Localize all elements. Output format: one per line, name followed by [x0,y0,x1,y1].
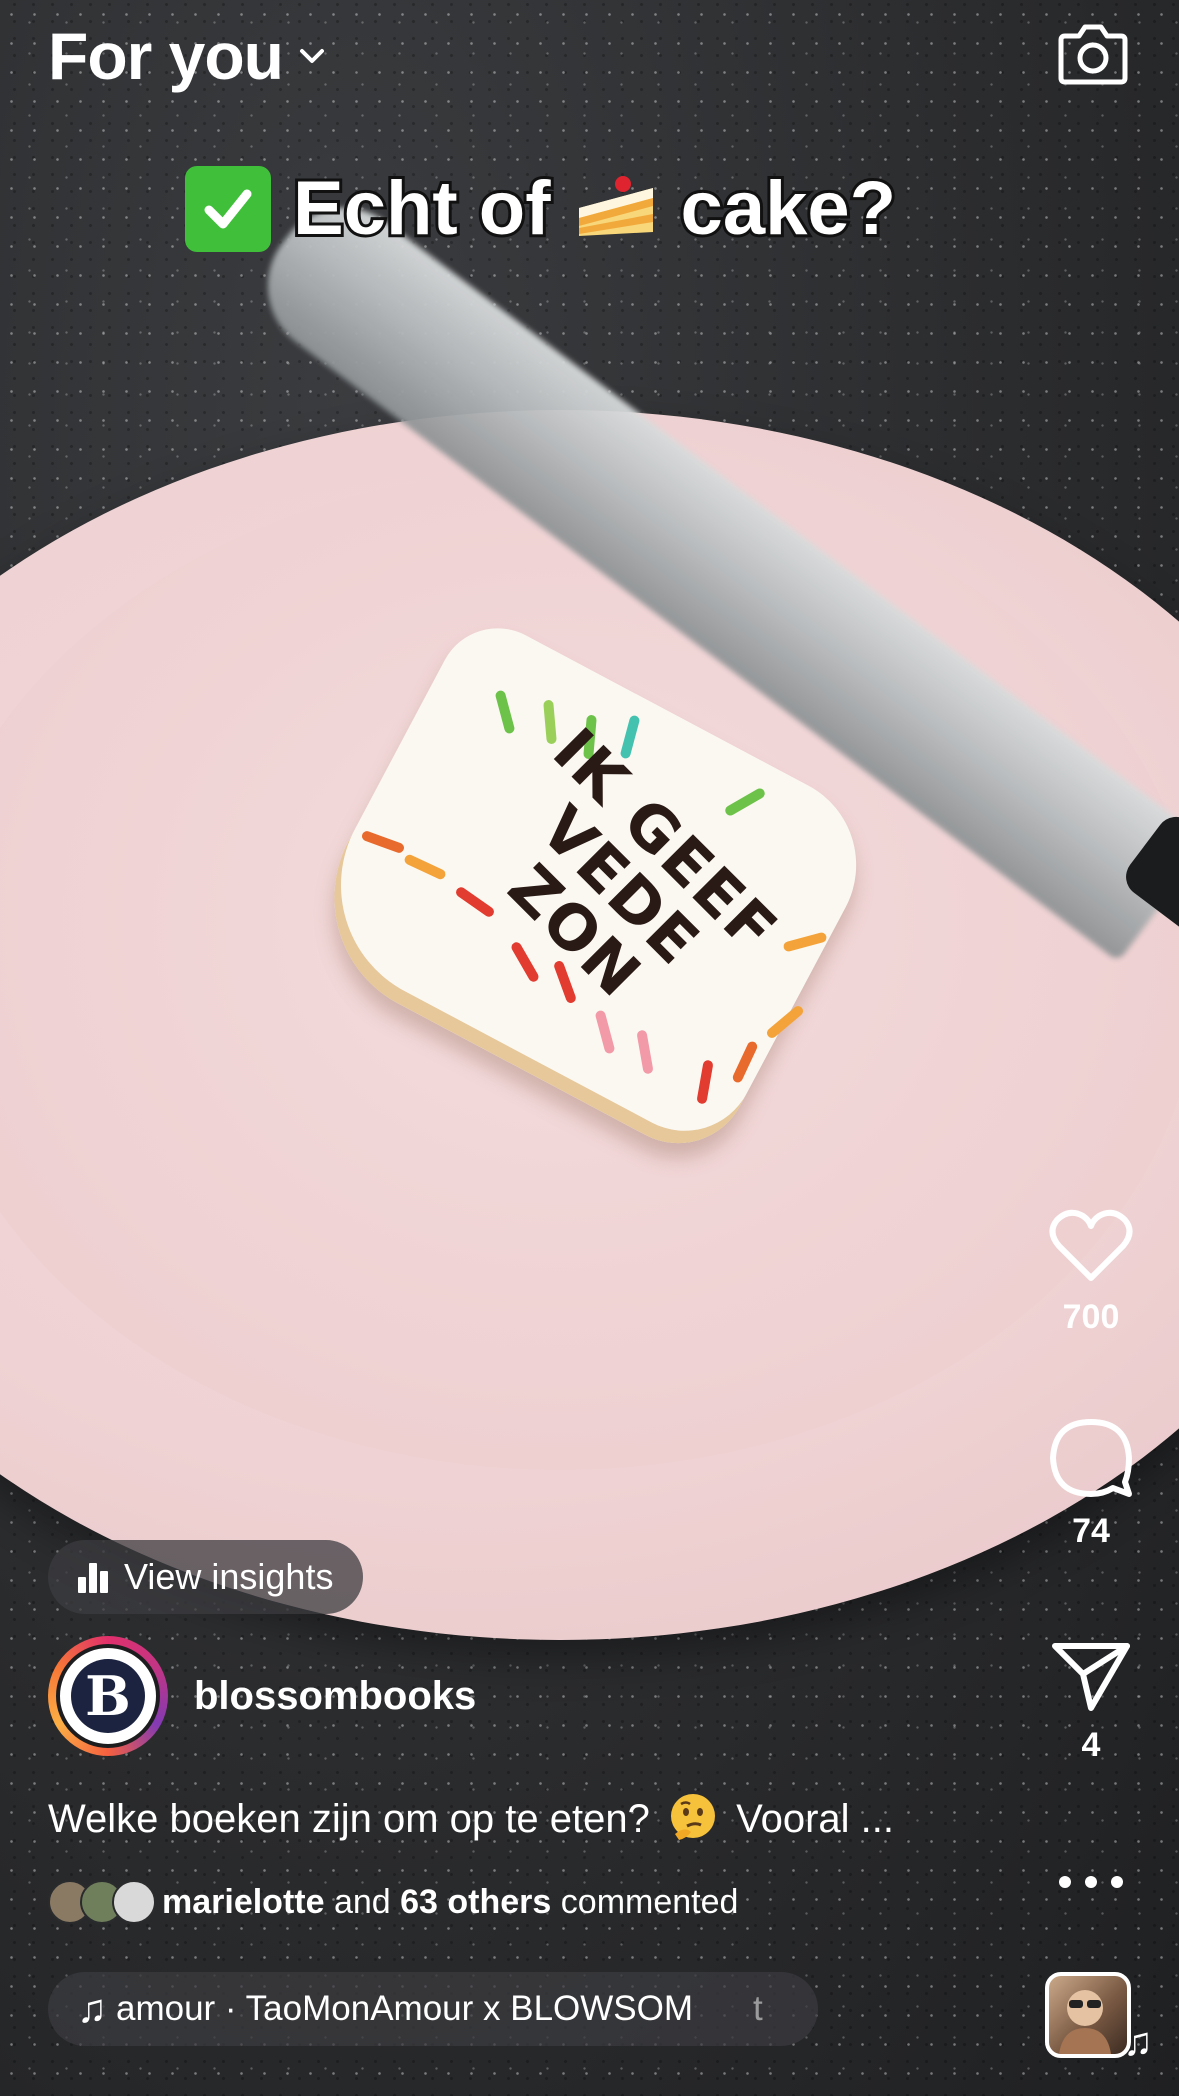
feed-title: For you [48,19,284,93]
audio-cover-image [1059,1990,1111,2054]
like-action[interactable]: 700 [1041,1208,1141,1337]
commenter-avatars [48,1880,156,1924]
music-note-icon: ♫ [1123,2020,1153,2064]
reel-screen: IK GEEF VEDE ZON For you Echt of cake? 7… [0,0,1179,2096]
more-options-icon[interactable] [1059,1862,1123,1902]
post-caption[interactable]: Welke boeken zijn om op te eten? Vooral … [48,1790,894,1842]
audio-track-marquee-tail: t [753,1989,763,2028]
view-insights-label: View insights [124,1556,334,1597]
music-note-icon: ♫ [77,1986,107,2031]
commenter-others[interactable]: 63 others [400,1883,551,1921]
heart-icon[interactable] [1049,1208,1133,1284]
video-text-overlay: Echt of cake? [185,163,899,254]
commenter-name[interactable]: marielotte [162,1883,325,1921]
cake-slice-icon [578,175,653,236]
check-mark-icon [185,165,271,252]
avatar: B [56,1644,160,1748]
feed-selector[interactable]: For you [48,18,327,94]
like-count: 700 [1062,1298,1120,1336]
caption-text-start: Welke boeken zijn om op te eten? [48,1797,650,1841]
avatar-logo: B [71,1659,145,1733]
chevron-down-icon [300,49,324,63]
caption-text-end: Vooral ... [736,1797,894,1841]
camera-icon[interactable] [1057,20,1129,88]
comment-action[interactable]: 74 [1041,1418,1141,1551]
overlay-text-part1: Echt of [290,163,554,254]
view-insights-button[interactable]: View insights [48,1540,364,1614]
comment-summary-and: and [333,1882,391,1921]
share-action[interactable]: 4 [1041,1640,1141,1765]
comment-bubble-icon[interactable] [1049,1418,1133,1498]
comment-summary-suffix: commented [560,1882,739,1921]
avatar [112,1880,156,1924]
audio-track-name: amour · TaoMonAmour x BLOWSOM [116,1989,694,2028]
author-username[interactable]: blossombooks [194,1674,476,1719]
audio-track-pill[interactable]: ♫ amour · TaoMonAmour x BLOWSOM t [48,1972,818,2046]
send-paper-plane-icon[interactable] [1051,1640,1131,1712]
thinking-face-icon [670,1794,715,1840]
comment-summary[interactable]: marielotte and 63 others commented [48,1880,738,1924]
story-ring[interactable]: B [48,1636,168,1756]
comment-count: 74 [1072,1512,1110,1550]
share-count: 4 [1081,1726,1101,1764]
author-row[interactable]: B blossombooks [48,1636,476,1756]
overlay-text-part2: cake? [678,163,899,254]
audio-cover-thumbnail[interactable] [1045,1972,1131,2058]
bar-chart-icon [78,1563,108,1593]
